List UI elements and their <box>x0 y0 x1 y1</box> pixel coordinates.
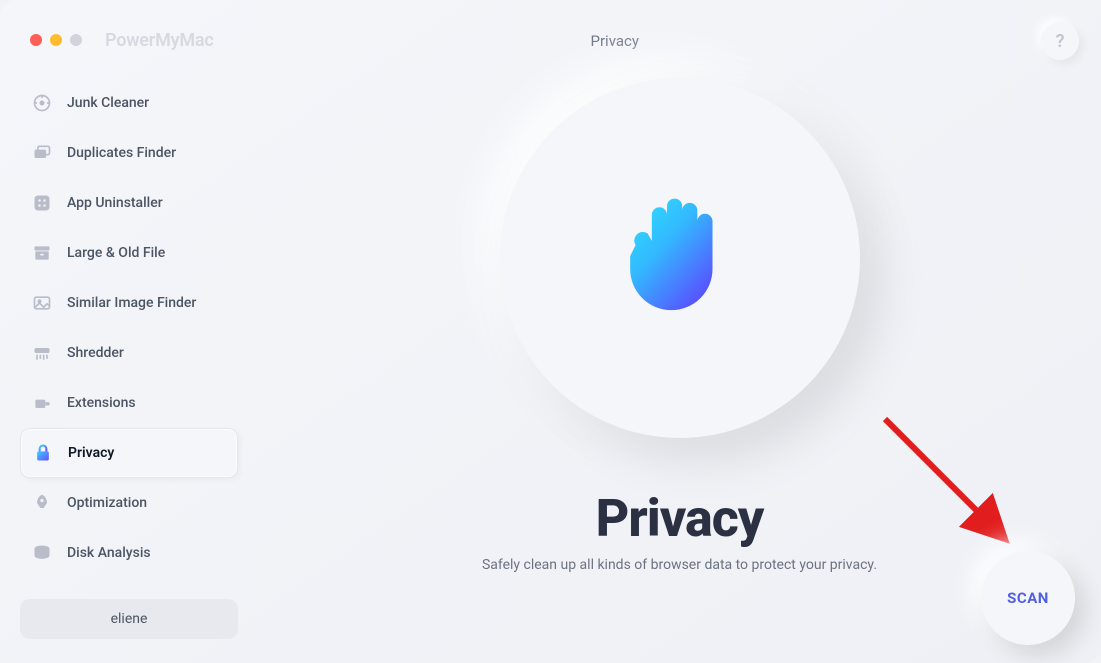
feature-medallion <box>500 78 860 438</box>
folders-icon <box>32 143 52 163</box>
rocket-icon <box>32 493 52 513</box>
annotation-arrow-icon <box>867 401 1027 561</box>
sidebar-item-extensions[interactable]: Extensions <box>20 378 238 428</box>
sidebar-item-privacy[interactable]: Privacy <box>20 428 238 478</box>
sidebar-item-label: Shredder <box>67 345 124 361</box>
sidebar-item-junk-cleaner[interactable]: Junk Cleaner <box>20 78 238 128</box>
sidebar-item-label: App Uninstaller <box>67 195 163 211</box>
sidebar-item-duplicates-finder[interactable]: Duplicates Finder <box>20 128 238 178</box>
sidebar-item-label: Large & Old File <box>67 245 165 261</box>
minimize-window-button[interactable] <box>50 34 62 46</box>
sidebar-item-label: Optimization <box>67 495 147 511</box>
sidebar-item-label: Similar Image Finder <box>67 295 196 311</box>
hand-stop-icon <box>625 191 735 325</box>
plugin-icon <box>32 393 52 413</box>
shredder-icon <box>32 343 52 363</box>
archive-icon <box>32 243 52 263</box>
sidebar: Junk Cleaner Duplicates Finder App Unins… <box>0 0 258 663</box>
close-window-button[interactable] <box>30 34 42 46</box>
app-window: PowerMyMac Privacy ? Junk Cleaner Duplic… <box>0 0 1101 663</box>
sidebar-item-optimization[interactable]: Optimization <box>20 478 238 528</box>
sidebar-item-label: Duplicates Finder <box>67 145 176 161</box>
feature-title: Privacy <box>596 488 764 549</box>
fullscreen-window-button[interactable] <box>70 34 82 46</box>
scan-button[interactable]: SCAN <box>981 551 1075 645</box>
sidebar-item-disk-analysis[interactable]: Disk Analysis <box>20 528 238 578</box>
disk-icon <box>32 543 52 563</box>
sidebar-item-shredder[interactable]: Shredder <box>20 328 238 378</box>
user-account-button[interactable]: eliene <box>20 599 238 639</box>
sidebar-item-large-old-file[interactable]: Large & Old File <box>20 228 238 278</box>
main-panel: Privacy Safely clean up all kinds of bro… <box>258 0 1101 663</box>
feature-subtitle: Safely clean up all kinds of browser dat… <box>482 557 877 573</box>
app-grid-icon <box>32 193 52 213</box>
scan-button-label: SCAN <box>1007 589 1049 607</box>
user-name-label: eliene <box>111 611 148 627</box>
sidebar-item-label: Disk Analysis <box>67 545 151 561</box>
gauge-icon <box>32 93 52 113</box>
sidebar-item-label: Extensions <box>67 395 136 411</box>
image-icon <box>32 293 52 313</box>
sidebar-item-label: Junk Cleaner <box>67 95 149 111</box>
sidebar-item-similar-image-finder[interactable]: Similar Image Finder <box>20 278 238 328</box>
sidebar-item-label: Privacy <box>68 445 114 461</box>
lock-icon <box>33 443 53 463</box>
sidebar-item-app-uninstaller[interactable]: App Uninstaller <box>20 178 238 228</box>
app-title: PowerMyMac <box>105 30 214 51</box>
window-controls <box>30 34 82 46</box>
